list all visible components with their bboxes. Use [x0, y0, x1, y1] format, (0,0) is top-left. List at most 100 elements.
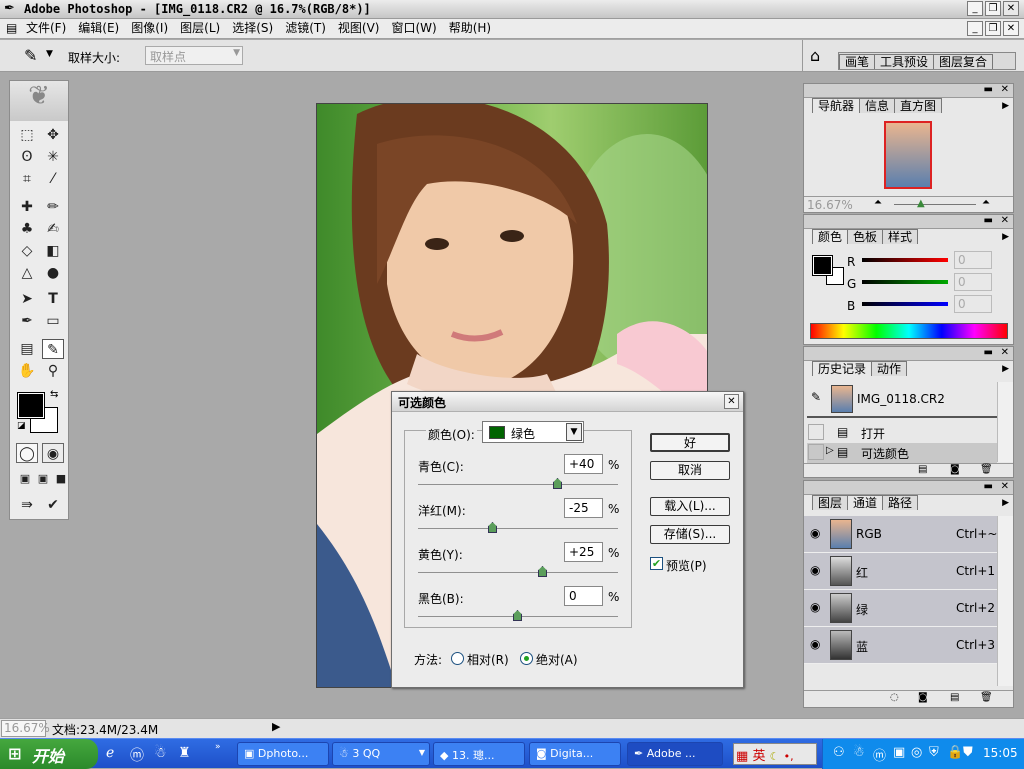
- zoom-in-icon[interactable]: ⏶: [982, 197, 990, 208]
- minimize-icon[interactable]: ▬: [984, 481, 993, 492]
- ie-icon[interactable]: ℯ: [106, 745, 114, 761]
- status-menu-arrow-icon[interactable]: ▶: [272, 720, 280, 733]
- cyan-input[interactable]: +40: [564, 454, 603, 474]
- menu-edit[interactable]: 编辑(E): [72, 19, 125, 38]
- new-channel-icon[interactable]: ▤: [950, 692, 959, 703]
- visibility-eye-icon[interactable]: ◉: [810, 637, 820, 651]
- lasso-tool-icon[interactable]: ʘ: [16, 147, 38, 167]
- black-input[interactable]: 0: [564, 586, 603, 606]
- ime-bar[interactable]: ▦ 英 ☾ •,: [733, 743, 817, 765]
- foreground-color-swatch[interactable]: [17, 392, 45, 419]
- channel-row[interactable]: ◉ 红 Ctrl+1: [804, 553, 997, 590]
- navigator-zoom-value[interactable]: 16.67%: [807, 198, 853, 212]
- menu-image[interactable]: 图像(I): [125, 19, 174, 38]
- cancel-button[interactable]: 取消: [650, 461, 730, 480]
- tab-actions[interactable]: 动作: [871, 361, 908, 376]
- brush-tool-icon[interactable]: ✏: [42, 197, 64, 217]
- channel-row[interactable]: ◉ 蓝 Ctrl+3: [804, 627, 997, 664]
- r-input[interactable]: 0: [954, 251, 992, 269]
- close-icon[interactable]: ✕: [1001, 84, 1009, 95]
- pen-tool-icon[interactable]: ✒: [16, 311, 38, 331]
- menu-help[interactable]: 帮助(H): [443, 19, 497, 38]
- doc-close-button[interactable]: ✕: [1003, 21, 1019, 36]
- fg-color-swatch[interactable]: [812, 255, 833, 276]
- tab-paths[interactable]: 路径: [882, 495, 919, 510]
- yellow-input[interactable]: +25: [564, 542, 603, 562]
- tab-brushes[interactable]: 画笔: [839, 54, 876, 69]
- network-icon[interactable]: ⚇: [833, 745, 845, 760]
- blur-tool-icon[interactable]: △: [16, 263, 38, 283]
- r-slider[interactable]: [862, 258, 948, 262]
- task-dphoto[interactable]: ▣ Dphoto...: [237, 742, 329, 766]
- tab-layer-comps[interactable]: 图层复合: [933, 54, 994, 69]
- magenta-slider-track[interactable]: [418, 528, 618, 529]
- visibility-eye-icon[interactable]: ◉: [810, 600, 820, 614]
- tab-tool-presets[interactable]: 工具预设: [874, 54, 935, 69]
- move-tool-icon[interactable]: ✥: [42, 125, 64, 145]
- cyan-slider-track[interactable]: [418, 484, 618, 485]
- tab-channels[interactable]: 通道: [847, 495, 884, 510]
- method-absolute-radio[interactable]: [520, 652, 533, 665]
- speaker-icon[interactable]: ◎: [911, 745, 922, 760]
- history-scrollbar[interactable]: [997, 382, 1013, 462]
- antivirus-icon[interactable]: ⛨: [929, 745, 939, 760]
- close-button[interactable]: ✕: [1003, 1, 1019, 16]
- hand-tool-icon[interactable]: ✋: [16, 361, 38, 381]
- zoom-out-icon[interactable]: ⏶: [874, 197, 882, 208]
- history-source-box[interactable]: [808, 444, 824, 460]
- notes-tool-icon[interactable]: ▤: [16, 339, 38, 359]
- close-icon[interactable]: ✕: [1001, 347, 1009, 358]
- shield-icon[interactable]: ⛊: [963, 745, 973, 760]
- preview-checkbox[interactable]: ✔: [650, 557, 663, 570]
- channels-scrollbar[interactable]: [997, 516, 1013, 686]
- history-brush-source-icon[interactable]: ✎: [811, 390, 821, 404]
- msn-icon[interactable]: ⓜ: [130, 745, 144, 765]
- snapshot-icon[interactable]: ◙: [950, 464, 960, 475]
- menu-select[interactable]: 选择(S): [226, 19, 279, 38]
- load-selection-icon[interactable]: ◌: [890, 692, 899, 703]
- color-select[interactable]: 绿色 ▼: [482, 421, 584, 443]
- visibility-eye-icon[interactable]: ◉: [810, 526, 820, 540]
- qq-icon[interactable]: ☃: [154, 745, 167, 761]
- trash-icon[interactable]: 🗑: [980, 464, 993, 475]
- color-spectrum-bar[interactable]: [810, 323, 1008, 339]
- start-button[interactable]: ⊞ 开始: [0, 739, 98, 769]
- trash-icon[interactable]: 🗑: [980, 692, 993, 703]
- history-source-box[interactable]: [808, 424, 824, 440]
- chevron-down-icon[interactable]: ▼: [566, 423, 582, 441]
- eraser-tool-icon[interactable]: ◇: [16, 241, 38, 261]
- tab-histogram[interactable]: 直方图: [894, 98, 943, 113]
- b-input[interactable]: 0: [954, 295, 992, 313]
- gradient-tool-icon[interactable]: ◧: [42, 241, 64, 261]
- new-document-icon[interactable]: ▤: [918, 464, 927, 475]
- path-selection-tool-icon[interactable]: ➤: [16, 289, 38, 309]
- app-icon[interactable]: ♜: [178, 745, 191, 761]
- menu-window[interactable]: 窗口(W): [385, 19, 442, 38]
- restore-button[interactable]: ❐: [985, 1, 1001, 16]
- yellow-slider-track[interactable]: [418, 572, 618, 573]
- method-relative-radio[interactable]: [451, 652, 464, 665]
- tab-swatches[interactable]: 色板: [847, 229, 884, 244]
- tab-styles[interactable]: 样式: [882, 229, 919, 244]
- quick-launch-expand-icon[interactable]: »: [215, 742, 221, 752]
- minimize-icon[interactable]: ▬: [984, 347, 993, 358]
- tab-navigator[interactable]: 导航器: [812, 98, 861, 113]
- ime-language[interactable]: 英: [752, 749, 765, 764]
- task-adobe[interactable]: ✒ Adobe ...: [627, 742, 723, 766]
- g-slider[interactable]: [862, 280, 948, 284]
- minimize-button[interactable]: _: [967, 1, 983, 16]
- zoom-slider-thumb[interactable]: ▲: [917, 198, 925, 209]
- status-zoom-input[interactable]: 16.67%: [1, 720, 50, 737]
- zoom-tool-icon[interactable]: ⚲: [42, 361, 64, 381]
- msn-tray-icon[interactable]: ⓜ: [873, 745, 886, 764]
- channel-row[interactable]: ◉ RGB Ctrl+~: [804, 516, 997, 553]
- quick-mask-mode-icon[interactable]: ◉: [42, 443, 64, 463]
- b-slider[interactable]: [862, 302, 948, 306]
- type-tool-icon[interactable]: T: [42, 289, 64, 309]
- full-screen-mode-icon[interactable]: ■: [50, 469, 72, 489]
- dialog-close-icon[interactable]: ✕: [724, 394, 739, 409]
- burn-tool-icon[interactable]: ●: [42, 263, 64, 283]
- standard-mode-icon[interactable]: ◯: [16, 443, 38, 463]
- swap-colors-icon[interactable]: ⇆: [50, 389, 58, 400]
- navigator-thumbnail[interactable]: [884, 121, 932, 189]
